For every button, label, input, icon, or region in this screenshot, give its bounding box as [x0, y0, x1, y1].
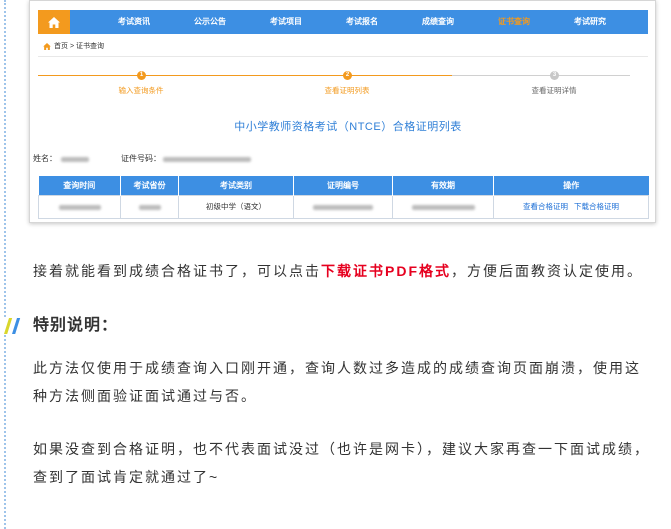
breadcrumb-home-link[interactable]: 首页: [54, 41, 68, 51]
nav-item-exam-programs[interactable]: 考试项目: [248, 10, 324, 34]
step-1-marker: 1: [137, 71, 146, 80]
column-header-certificate-number: 证明编号: [293, 176, 393, 195]
column-header-actions: 操作: [493, 176, 649, 195]
table-row: 初级中学（语文） 查看合格证明 下载合格证明: [38, 194, 649, 219]
progress-line-remaining: [452, 75, 630, 76]
nav-home-button[interactable]: [38, 10, 70, 34]
nav-menu: 考试资讯 公示公告 考试项目 考试报名 成绩查询 证书查询 考试研究: [96, 10, 628, 34]
province-cell: [120, 194, 179, 219]
special-notes-heading: 特别说明：: [33, 317, 119, 334]
redacted-validity: [411, 204, 475, 210]
nav-item-exam-news[interactable]: 考试资讯: [96, 10, 172, 34]
column-header-query-time: 查询时间: [38, 176, 121, 195]
nav-item-score-query[interactable]: 成绩查询: [400, 10, 476, 34]
intro-text-after: ，方便后面教资认定使用。: [451, 263, 643, 279]
step-2-marker: 2: [343, 71, 352, 80]
nav-item-exam-research[interactable]: 考试研究: [552, 10, 628, 34]
redacted-id-number-value: [163, 157, 251, 162]
actions-cell: 查看合格证明 下载合格证明: [493, 194, 649, 219]
certificate-list-screenshot: 考试资讯 公示公告 考试项目 考试报名 成绩查询 证书查询 考试研究 首页 > …: [29, 0, 656, 223]
breadcrumb-divider: [38, 56, 648, 57]
home-icon: [43, 42, 51, 50]
breadcrumb-current: 证书查询: [76, 43, 104, 50]
column-header-category: 考试类别: [178, 176, 294, 195]
validity-cell: [392, 194, 494, 219]
name-label: 姓名：: [33, 154, 57, 163]
column-header-validity: 有效期: [392, 176, 494, 195]
query-time-cell: [38, 194, 121, 219]
step-3-marker: 3: [550, 71, 559, 80]
step-2-label: 查看证明列表: [324, 86, 370, 95]
certificate-table: 查询时间 考试省份 考试类别 证明编号 有效期 操作 初级中学（语文） 查看合格…: [38, 176, 649, 219]
table-header-row: 查询时间 考试省份 考试类别 证明编号 有效期 操作: [38, 176, 649, 195]
certificate-list-title: 中小学教师资格考试（NTCE）合格证明列表: [234, 121, 462, 133]
id-number-label: 证件号码：: [121, 154, 161, 163]
top-nav-bar: 考试资讯 公示公告 考试项目 考试报名 成绩查询 证书查询 考试研究: [38, 10, 648, 34]
category-cell: 初级中学（语文）: [178, 194, 294, 219]
download-certificate-link[interactable]: 下载合格证明: [574, 202, 619, 211]
view-certificate-link[interactable]: 查看合格证明: [523, 202, 568, 211]
breadcrumb: 首页 > 证书查询: [43, 41, 104, 51]
applicant-info-row: 姓名： 证件号码：: [33, 153, 293, 165]
intro-paragraph: 接着就能看到成绩合格证书了，可以点击下载证书PDF格式，方便后面教资认定使用。: [33, 257, 655, 285]
certificate-number-cell: [293, 194, 393, 219]
home-icon: [48, 16, 60, 28]
progress-line-completed: [38, 75, 452, 76]
redacted-name-value: [61, 157, 89, 162]
step-1-label: 输入查询条件: [118, 86, 164, 95]
advice-paragraph: 如果没查到合格证明，也不代表面试没过（也许是网卡），建议大家再查一下面试成绩，查…: [33, 441, 650, 485]
redacted-certificate-number: [313, 204, 373, 210]
double-slash-icon: [3, 317, 23, 335]
method-note-paragraph: 此方法仅使用于成绩查询入口刚开通，查询人数过多造成的成绩查询页面崩溃，使用这种方…: [33, 360, 641, 404]
redacted-province: [138, 204, 161, 210]
column-header-province: 考试省份: [120, 176, 179, 195]
nav-item-announcements[interactable]: 公示公告: [172, 10, 248, 34]
step-3-label: 查看证明详情: [531, 86, 577, 95]
download-pdf-highlight: 下载证书PDF格式: [321, 263, 451, 279]
nav-item-registration[interactable]: 考试报名: [324, 10, 400, 34]
left-dotted-rule: [4, 0, 6, 529]
intro-text-before: 接着就能看到成绩合格证书了，可以点击: [33, 263, 321, 279]
redacted-query-time: [58, 204, 101, 210]
nav-item-certificate-query[interactable]: 证书查询: [476, 10, 552, 34]
breadcrumb-separator: >: [69, 42, 75, 50]
